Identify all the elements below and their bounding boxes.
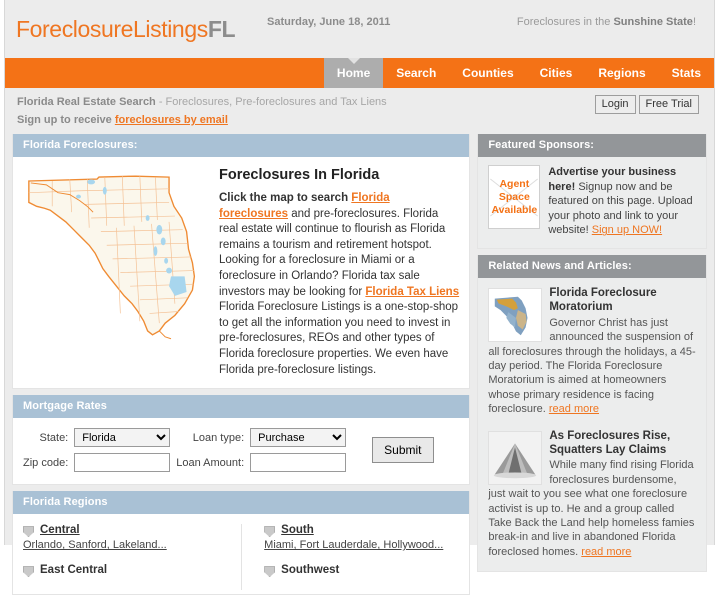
intro-body-1: and pre-foreclosures. Florida real estat… [219,207,446,298]
email-signup-link[interactable]: foreclosures by email [115,114,228,126]
sub-header: Florida Real Estate Search - Foreclosure… [5,88,714,134]
tagline-suffix: ! [692,16,696,28]
region-link-south[interactable]: South [281,524,314,536]
florida-regions-panel: Florida Regions Central Orlando, Sanford… [12,491,471,596]
featured-sponsors-panel: Featured Sponsors: Agent Space Available… [477,134,707,249]
related-news-header: Related News and Articles: [478,254,706,278]
news-read-more-link[interactable]: read more [581,546,631,558]
shield-icon [264,566,276,578]
search-tagline: Florida Real Estate Search - Foreclosure… [17,96,387,108]
loan-amount-input[interactable] [250,453,347,473]
mortgage-form: State: Florida Loan type: Purchase Zip c… [23,428,347,473]
florida-map[interactable] [23,165,213,378]
email-signup-line: Sign up to receive foreclosures by email [17,114,228,126]
foreclosures-intro-text: Foreclosures In Florida Click the map to… [213,165,459,378]
nav-item-home[interactable]: Home [323,58,384,88]
nav-item-regions[interactable]: Regions [585,58,658,88]
region-link-southwest[interactable]: Southwest [281,564,339,576]
shield-icon [264,526,276,538]
agent-badge-line-3: Available [491,203,538,216]
intro-lead: Click the map to search [219,192,352,204]
agent-space-available-badge[interactable]: Agent Space Available [488,165,541,229]
florida-foreclosures-panel: Florida Foreclosures: Foreclosures In Fl… [12,134,471,390]
nav-item-cities[interactable]: Cities [527,58,586,88]
tagline-prefix: Foreclosures in the [516,16,614,28]
florida-regions-header: Florida Regions [13,491,470,515]
page-container: ForeclosureListingsFL Saturday, June 18,… [4,0,715,596]
main-column: Florida Foreclosures: Foreclosures In Fl… [12,134,471,601]
mortgage-submit-button[interactable]: Submit [372,437,434,464]
mortgage-rates-panel: Mortgage Rates State: Florida Loan type:… [12,395,471,486]
sidebar-column: Featured Sponsors: Agent Space Available… [477,134,707,601]
content-columns: Florida Foreclosures: Foreclosures In Fl… [5,134,714,601]
region-link-east-central[interactable]: East Central [40,564,107,576]
shield-icon [23,566,34,578]
nav-item-search[interactable]: Search [383,58,449,88]
florida-foreclosures-header: Florida Foreclosures: [13,134,470,157]
agent-badge-line-1: Agent [499,177,530,190]
intro-body-2: Florida Foreclosure Listings is a one-st… [219,301,459,376]
mortgage-rates-header: Mortgage Rates [13,395,470,419]
email-signup-prefix: Sign up to receive [17,114,115,126]
site-header: ForeclosureListingsFL Saturday, June 18,… [5,0,714,58]
news-item: Florida Foreclosure Moratorium Governor … [488,286,696,417]
free-trial-button[interactable]: Free Trial [638,95,699,114]
search-tagline-bold: Florida Real Estate Search [17,96,156,108]
zip-code-label: Zip code: [23,456,69,469]
region-item: Central Orlando, Sanford, Lakeland... [23,524,231,551]
florida-map-svg[interactable] [23,167,208,343]
news-read-more-link[interactable]: read more [549,403,599,415]
region-cities-text: Miami, Fort Lauderdale, Hollywood... [264,539,444,552]
logo-text-main: ForeclosureListings [16,16,208,42]
sponsor-signup-link[interactable]: Sign up NOW! [592,224,662,236]
site-tagline: Foreclosures in the Sunshine State! [517,16,696,28]
region-cities-south[interactable]: Miami, Fort Lauderdale, Hollywood... [264,539,449,551]
florida-map-thumbnail-icon [488,287,543,342]
tent-photo-thumbnail-icon [488,430,543,485]
region-item: Southwest [264,564,449,578]
nav-item-stats[interactable]: Stats [659,58,714,88]
main-navigation: Home Search Counties Cities Regions Stat… [5,58,714,88]
tagline-bold: Sunshine State [613,16,693,28]
regions-column-right: South Miami, Fort Lauderdale, Hollywood.… [241,524,459,591]
region-link-central[interactable]: Central [40,524,80,536]
florida-tax-liens-link[interactable]: Florida Tax Liens [365,286,459,298]
loan-amount-label: Loan Amount: [176,456,245,469]
news-item: As Foreclosures Rise, Squatters Lay Clai… [488,429,696,560]
logo-text-suffix: FL [207,16,236,42]
zip-code-input[interactable] [74,453,171,473]
search-tagline-rest: - Foreclosures, Pre-foreclosures and Tax… [155,96,387,108]
loan-type-label: Loan type: [192,431,245,444]
loan-type-select[interactable]: Purchase [250,428,347,448]
login-button[interactable]: Login [594,95,636,114]
region-cities-text: Orlando, Sanford, Lakeland... [23,539,167,552]
region-item: South Miami, Fort Lauderdale, Hollywood.… [264,524,449,551]
region-item: East Central [23,564,231,578]
account-buttons: Login Free Trial [594,95,699,114]
sponsor-copy: Advertise your business here! Signup now… [548,165,696,238]
shield-icon [23,526,34,538]
state-label: State: [39,431,69,444]
nav-item-counties[interactable]: Counties [449,58,526,88]
page-title: Foreclosures In Florida [219,167,380,183]
featured-sponsors-header: Featured Sponsors: [478,134,706,157]
agent-badge-line-2: Space [498,190,530,203]
site-logo[interactable]: ForeclosureListingsFL [16,16,236,43]
regions-column-left: Central Orlando, Sanford, Lakeland... Ea… [23,524,241,590]
region-cities-central[interactable]: Orlando, Sanford, Lakeland... [23,539,231,551]
state-select[interactable]: Florida [74,428,171,448]
related-news-panel: Related News and Articles: Florida Forec… [477,254,707,573]
current-date: Saturday, June 18, 2011 [267,16,391,28]
